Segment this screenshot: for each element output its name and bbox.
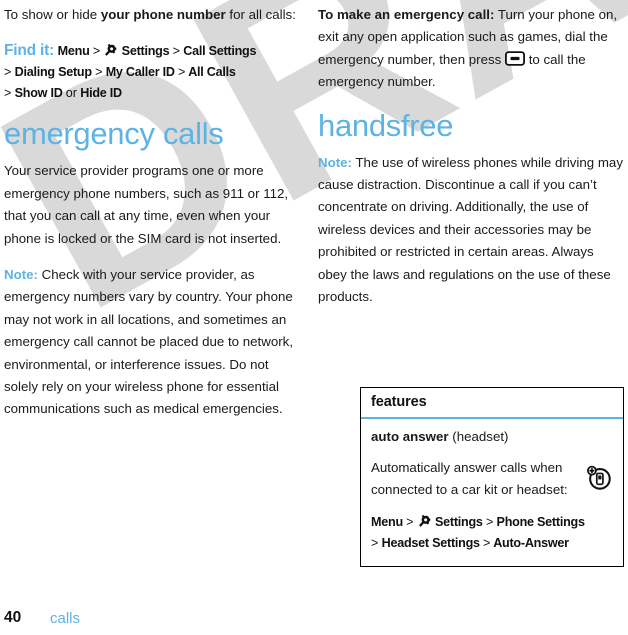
section-title-emergency-calls: emergency calls (4, 116, 224, 152)
feature-name-bold: auto answer (371, 429, 449, 444)
right-column: To make an emergency call: Turn your pho… (318, 0, 626, 567)
nav-auto-answer[interactable]: Auto-Answer (493, 536, 569, 550)
nav-all-calls[interactable]: All Calls (188, 65, 236, 79)
emergency-calls-paragraph: Your service provider programs one or mo… (4, 163, 289, 246)
note-label: Note: (318, 154, 352, 170)
page-number: 40 (4, 609, 22, 626)
emergency-calls-note: Note: Check with your service provider, … (4, 264, 296, 421)
handsfree-note: Note: The use of wireless phones while d… (318, 152, 626, 309)
gear-icon (417, 514, 432, 529)
nav-hide-id[interactable]: Hide ID (80, 86, 122, 100)
nav-separator: > (4, 86, 12, 101)
nav-separator: > (172, 44, 180, 59)
intro-lead: To show or hide (4, 7, 101, 22)
intro-paragraph: To show or hide your phone number for al… (4, 4, 296, 26)
make-emergency-call-paragraph: To make an emergency call: Turn your pho… (318, 4, 626, 94)
nav-headset-settings[interactable]: Headset Settings (382, 536, 480, 550)
find-it-label: Find it: (4, 42, 55, 60)
features-table: features auto answer (headset) Automatic… (360, 387, 624, 567)
feature-name: auto answer (headset) (371, 428, 613, 446)
feature-path-line-1: Menu > Settings > Phone Settings (371, 512, 613, 533)
find-it-block: Find it: Menu > Settings > Call Settings… (4, 40, 296, 104)
find-it-path-line-2: > Dialing Setup > My Caller ID > All Cal… (4, 62, 296, 83)
manual-page: To show or hide your phone number for al… (0, 0, 628, 635)
nav-or-word: or (65, 86, 77, 101)
send-key-icon (505, 51, 525, 66)
nav-separator: > (406, 515, 414, 529)
nav-separator: > (178, 65, 186, 80)
feature-path-line-2: > Headset Settings > Auto-Answer (371, 533, 613, 554)
feature-description: Automatically answer calls when connecte… (371, 460, 568, 497)
nav-dialing-setup[interactable]: Dialing Setup (15, 65, 92, 79)
nav-separator: > (4, 65, 12, 80)
nav-phone-settings[interactable]: Phone Settings (497, 515, 585, 529)
nav-settings[interactable]: Settings (122, 44, 170, 58)
note-text: The use of wireless phones while driving… (318, 154, 623, 305)
nav-my-caller-id[interactable]: My Caller ID (106, 65, 175, 79)
nav-separator: > (485, 515, 494, 529)
nav-separator: > (371, 536, 379, 550)
gear-icon (103, 43, 118, 58)
phone-plus-circle-icon (585, 463, 613, 491)
nav-menu[interactable]: Menu (371, 515, 403, 529)
intro-bold-phrase: your phone number (100, 7, 226, 22)
find-it-path-line-1: Menu > Settings > Call Settings (58, 44, 257, 58)
note-label: Note: (4, 267, 38, 283)
nav-separator: > (92, 44, 101, 59)
section-title-handsfree: handsfree (318, 107, 454, 143)
nav-separator: > (483, 536, 491, 550)
page-footer: 40 calls (4, 609, 304, 633)
nav-settings[interactable]: Settings (435, 515, 483, 529)
make-emergency-call-lead: To make an emergency call: (318, 7, 495, 22)
nav-separator: > (95, 65, 103, 80)
feature-name-qualifier: (headset) (448, 429, 509, 444)
nav-call-settings[interactable]: Call Settings (183, 44, 256, 58)
nav-show-id[interactable]: Show ID (15, 86, 63, 100)
features-table-header: features (361, 388, 623, 419)
left-column: To show or hide your phone number for al… (4, 0, 296, 435)
note-text: Check with your service provider, as eme… (4, 267, 294, 417)
footer-chapter-label: calls (50, 610, 81, 627)
nav-menu[interactable]: Menu (58, 44, 90, 58)
features-table-row: auto answer (headset) Automatically answ… (361, 419, 623, 566)
intro-tail: for all calls: (225, 7, 296, 22)
find-it-path-line-3: > Show ID or Hide ID (4, 83, 296, 104)
